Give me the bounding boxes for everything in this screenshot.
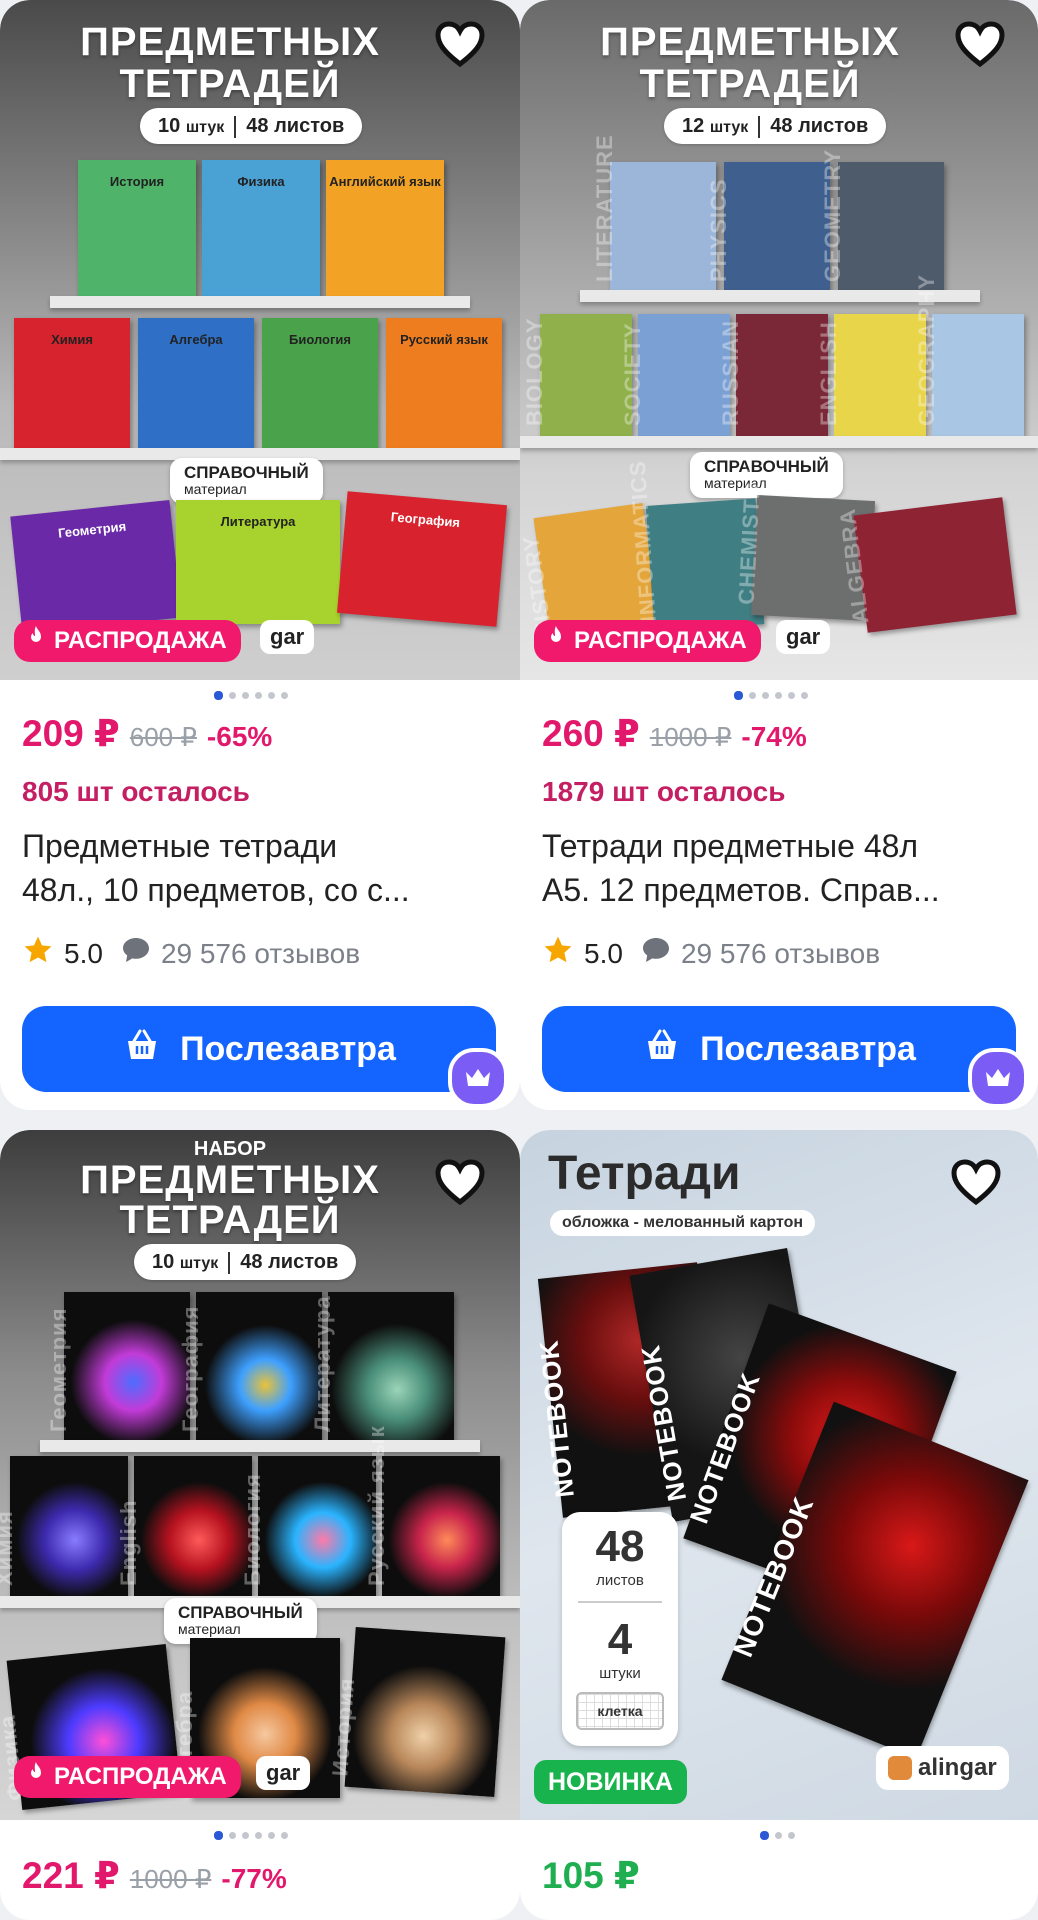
notebook: Геометрия — [46, 1292, 190, 1442]
notebook: Русский язык — [386, 318, 502, 450]
sale-badge: РАСПРОДАЖА — [14, 620, 241, 662]
rating-value: 5.0 — [64, 937, 103, 969]
image-pill: 10 штук 48 листов — [134, 1244, 357, 1280]
image-subheading: обложка - мелованный картон — [550, 1210, 816, 1236]
favorite-heart-icon[interactable] — [430, 14, 490, 74]
notebook: Физика — [202, 160, 320, 298]
discount: -65% — [206, 721, 273, 752]
favorite-heart-icon[interactable] — [946, 1152, 1006, 1212]
product-card[interactable]: ПРЕДМЕТНЫХ ТЕТРАДЕЙ 12 штук 48 листов LIT… — [520, 0, 1038, 1110]
discount: -74% — [741, 721, 807, 752]
notebook: География — [336, 491, 508, 627]
star-icon — [542, 934, 574, 973]
product-image[interactable]: ПРЕДМЕТНЫХ ТЕТРАДЕЙ 12 штук 48 листов LIT… — [520, 0, 1038, 680]
comment-icon — [121, 936, 151, 971]
reviews-count[interactable]: 29 576 отзывов — [161, 938, 360, 970]
discount: -77% — [221, 1863, 287, 1894]
product-card[interactable]: НАБОР ПРЕДМЕТНЫХ ТЕТРАДЕЙ 10 штук 48 лист… — [0, 1130, 520, 1920]
notebook: ALGEBRA — [835, 497, 1017, 633]
crown-icon — [448, 1048, 508, 1108]
notebook: Химия — [0, 1456, 128, 1596]
price: 260 ₽ — [542, 713, 640, 754]
old-price: 1000 ₽ — [129, 1864, 212, 1894]
notebook: Биология — [240, 1456, 376, 1596]
image-heading: Тетради — [548, 1147, 741, 1200]
notebook: Геометрия — [10, 499, 182, 635]
notebook: Алгебра — [138, 318, 254, 450]
product-card[interactable]: Тетради обложка - мелованный картон NOTE… — [520, 1130, 1038, 1920]
image-pagination-dots — [214, 1831, 288, 1840]
notebook: География — [178, 1292, 322, 1442]
image-heading: ТЕТРАДЕЙ — [119, 1198, 341, 1242]
notebook: История — [78, 160, 196, 298]
rating-value: 5.0 — [584, 937, 623, 969]
image-heading: ПРЕДМЕТНЫХ — [80, 20, 380, 64]
fire-icon — [24, 1756, 48, 1798]
product-image[interactable]: НАБОР ПРЕДМЕТНЫХ ТЕТРАДЕЙ 10 штук 48 лист… — [0, 1130, 520, 1820]
notebook: Английский язык — [326, 160, 444, 298]
price: 221 ₽ — [22, 1855, 120, 1896]
sale-badge: РАСПРОДАЖА — [14, 1756, 241, 1798]
notebook: PHYSICS — [706, 162, 830, 292]
fire-icon — [544, 620, 568, 662]
brand-chip: gar — [776, 620, 831, 654]
stock-left: 1879 шт осталось — [542, 776, 786, 807]
product-image[interactable]: Тетради обложка - мелованный картон NOTE… — [520, 1130, 1038, 1820]
image-pill: 10 штук 48 листов — [140, 108, 363, 144]
reference-label: СПРАВОЧНЫЙ материал — [170, 458, 323, 504]
comment-icon — [641, 936, 671, 971]
product-title[interactable]: Тетради предметные 48л А5. 12 предметов.… — [542, 824, 1012, 912]
old-price: 600 ₽ — [129, 722, 197, 752]
delivery-cart-button[interactable]: Послезавтра — [22, 1006, 496, 1092]
price: 105 ₽ — [542, 1855, 640, 1896]
crown-icon — [968, 1048, 1028, 1108]
image-pagination-dots — [214, 691, 288, 700]
sale-badge: РАСПРОДАЖА — [534, 620, 761, 662]
image-heading: ТЕТРАДЕЙ — [639, 62, 861, 106]
notebook: English — [116, 1456, 252, 1596]
product-card[interactable]: ПРЕДМЕТНЫХ ТЕТРАДЕЙ 10 штук 48 листов Ист… — [0, 0, 520, 1110]
notebook: RUSSIAN — [718, 314, 828, 436]
notebook: GEOMETRY — [820, 149, 944, 292]
notebook: Литература — [176, 500, 340, 624]
image-heading: ТЕТРАДЕЙ — [119, 62, 341, 106]
price: 209 ₽ — [22, 713, 120, 754]
notebook: GEOGRAPHY — [914, 274, 1024, 436]
reference-label: СПРАВОЧНЫЙ материал — [690, 452, 843, 498]
notebook: Химия — [14, 318, 130, 450]
notebook: Биология — [262, 318, 378, 450]
stock-left: 805 шт осталось — [22, 776, 250, 807]
notebook: Литература — [310, 1292, 454, 1442]
brand-logo: alingar — [876, 1746, 1009, 1790]
image-heading: ПРЕДМЕТНЫХ — [80, 1158, 380, 1202]
favorite-heart-icon[interactable] — [950, 14, 1010, 74]
fire-icon — [24, 620, 48, 662]
image-pill: 12 штук 48 листов — [664, 108, 887, 144]
notebook: LITERATURE — [592, 134, 716, 292]
new-badge: НОВИНКА — [534, 1760, 687, 1804]
notebook: ENGLISH — [816, 314, 926, 436]
delivery-cart-button[interactable]: Послезавтра — [542, 1006, 1016, 1092]
old-price: 1000 ₽ — [649, 722, 732, 752]
brand-chip: gar — [260, 620, 315, 654]
favorite-heart-icon[interactable] — [430, 1152, 490, 1212]
spec-card: 48 листов 4 штуки клетка — [562, 1512, 678, 1746]
image-pagination-dots — [760, 1831, 795, 1840]
notebook: BIOLOGY — [522, 314, 632, 436]
product-title[interactable]: Предметные тетради 48л., 10 предметов, с… — [22, 824, 492, 912]
notebook: Русский язык — [364, 1425, 500, 1596]
brand-logo-icon — [888, 1756, 912, 1780]
basket-icon — [642, 1027, 682, 1072]
star-icon — [22, 934, 54, 973]
product-image[interactable]: ПРЕДМЕТНЫХ ТЕТРАДЕЙ 10 штук 48 листов Ист… — [0, 0, 520, 680]
basket-icon — [122, 1027, 162, 1072]
image-heading: ПРЕДМЕТНЫХ — [600, 20, 900, 64]
brand-chip: gar — [256, 1756, 311, 1790]
notebook: История — [327, 1626, 506, 1798]
image-pagination-dots — [734, 691, 808, 700]
reviews-count[interactable]: 29 576 отзывов — [681, 938, 880, 970]
notebook: SOCIETY — [620, 314, 730, 436]
